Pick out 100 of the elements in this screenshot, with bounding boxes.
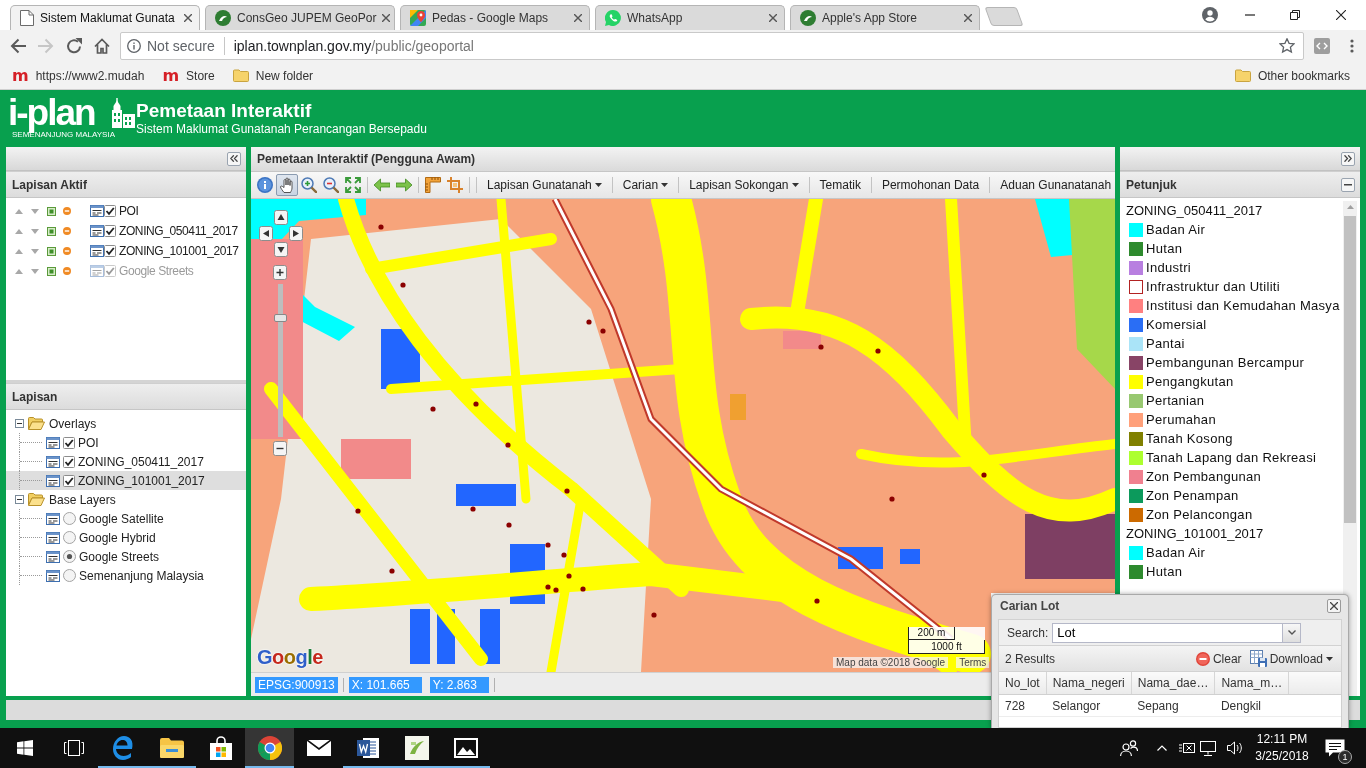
pan-up-icon[interactable] — [274, 210, 288, 225]
column-header[interactable]: Nama_dae… — [1131, 672, 1215, 695]
marker-icon[interactable] — [506, 522, 512, 528]
close-icon[interactable] — [184, 14, 192, 22]
layer-tree-item[interactable]: Semenanjung Malaysia — [6, 566, 246, 585]
checkbox[interactable] — [63, 436, 75, 449]
close-button[interactable] — [1327, 599, 1341, 613]
marker-icon[interactable] — [561, 552, 567, 558]
scrollbar-thumb[interactable] — [1344, 216, 1356, 523]
bookmark[interactable]: m Store — [156, 68, 221, 83]
pan-left-icon[interactable] — [259, 226, 273, 241]
chevron-up-icon[interactable] — [1157, 745, 1167, 751]
people-icon[interactable] — [1120, 740, 1138, 756]
clock-date[interactable]: 3/25/2018 — [1255, 748, 1309, 765]
bookmark[interactable]: New folder — [226, 68, 320, 83]
address-bar[interactable]: Not secure iplan.townplan.gov.my/public/geoportal — [120, 32, 1304, 60]
marker-icon[interactable] — [553, 587, 559, 593]
profile-icon[interactable] — [1202, 7, 1218, 23]
pan-right-icon[interactable] — [289, 226, 303, 241]
zoom-in-icon[interactable] — [273, 265, 287, 280]
marker-icon[interactable] — [818, 344, 824, 350]
back-arrow-icon[interactable] — [10, 38, 26, 54]
marker-icon[interactable] — [600, 328, 606, 334]
layer-list-icon[interactable] — [46, 474, 60, 487]
reload-icon[interactable] — [66, 38, 82, 54]
marker-icon[interactable] — [814, 598, 820, 604]
battery-icon[interactable] — [1178, 742, 1196, 754]
marker-icon[interactable] — [400, 282, 406, 288]
radio-button[interactable] — [63, 512, 76, 525]
marker-icon[interactable] — [981, 472, 987, 478]
layer-group[interactable]: Overlays — [6, 414, 246, 433]
column-header[interactable]: No_lot — [999, 672, 1047, 695]
menu-button[interactable]: Lapisan Sokongan — [682, 178, 806, 192]
marker-icon[interactable] — [378, 224, 384, 230]
browser-tab[interactable]: WhatsApp — [595, 5, 785, 30]
picture-icon[interactable] — [47, 246, 56, 256]
notification-icon[interactable] — [1325, 739, 1345, 757]
menu-button[interactable]: Lapisan Gunatanah — [480, 178, 609, 192]
layer-tree-item[interactable]: ZONING_050411_2017 — [6, 452, 246, 471]
marker-icon[interactable] — [430, 406, 436, 412]
search-combo[interactable]: Lot — [1052, 622, 1302, 643]
column-header[interactable]: Nama_m… — [1214, 672, 1289, 695]
info-icon[interactable] — [254, 174, 276, 196]
menu-icon[interactable] — [1350, 39, 1354, 53]
layer-list-icon[interactable] — [90, 225, 104, 237]
home-icon[interactable] — [94, 38, 110, 54]
layer-list-icon[interactable] — [90, 245, 104, 257]
star-icon[interactable] — [1279, 38, 1295, 54]
checkbox[interactable] — [104, 205, 116, 217]
marker-icon[interactable] — [651, 612, 657, 618]
layer-tree-item[interactable]: Google Satellite — [6, 509, 246, 528]
ruler-icon[interactable] — [422, 174, 444, 196]
radio-button[interactable] — [63, 531, 76, 544]
radio-button[interactable] — [63, 550, 76, 563]
layer-list-icon[interactable] — [46, 512, 60, 525]
menu-button[interactable]: Tematik — [812, 178, 868, 192]
checkbox[interactable] — [63, 455, 75, 468]
marker-icon[interactable] — [505, 442, 511, 448]
collapse-button[interactable] — [1341, 151, 1355, 166]
collapse-toggle-icon[interactable] — [15, 419, 24, 428]
marker-icon[interactable] — [580, 586, 586, 592]
speaker-icon[interactable] — [1227, 741, 1243, 755]
checkbox[interactable] — [104, 225, 116, 237]
column-header[interactable]: Nama_negeri — [1046, 672, 1132, 695]
crop-frame-icon[interactable] — [444, 174, 466, 196]
security-chip[interactable]: Not secure — [127, 38, 215, 54]
layer-tree-item[interactable]: Google Hybrid — [6, 528, 246, 547]
layer-tree-item[interactable]: Google Streets — [6, 547, 246, 566]
browser-tab[interactable]: Sistem Maklumat Gunata — [10, 5, 200, 30]
layer-list-icon[interactable] — [46, 569, 60, 582]
marker-icon[interactable] — [545, 584, 551, 590]
marker-icon[interactable] — [389, 568, 395, 574]
layer-list-icon[interactable] — [46, 455, 60, 468]
menu-button[interactable]: Aduan Gunanatanah — [993, 178, 1115, 192]
checkbox[interactable] — [63, 474, 75, 487]
collapse-button[interactable] — [227, 151, 241, 166]
marker-icon[interactable] — [470, 506, 476, 512]
layer-list-icon[interactable] — [90, 205, 104, 217]
scrollbar[interactable] — [1343, 201, 1357, 696]
layer-tree-item[interactable]: ZONING_101001_2017 — [6, 471, 246, 490]
checkbox[interactable] — [104, 245, 116, 257]
layer-list-icon[interactable] — [46, 550, 60, 563]
toolbar-button[interactable]: Download — [1247, 650, 1335, 667]
toolbar-button[interactable]: Clear — [1193, 651, 1244, 666]
picture-icon[interactable] — [47, 226, 56, 236]
browser-tab[interactable]: Apple's App Store — [790, 5, 980, 30]
bookmark[interactable]: Other bookmarks — [1228, 68, 1356, 83]
marker-icon[interactable] — [566, 573, 572, 579]
taskbar-button[interactable] — [245, 728, 294, 768]
marker-icon[interactable] — [473, 401, 479, 407]
code-brackets-icon[interactable] — [1314, 38, 1330, 54]
clock-time[interactable]: 12:11 PM — [1256, 731, 1308, 748]
monitor-icon[interactable] — [1200, 740, 1216, 756]
layer-group[interactable]: Base Layers — [6, 490, 246, 509]
menu-button[interactable]: Carian — [615, 178, 676, 192]
browser-tab[interactable]: Pedas - Google Maps — [400, 5, 590, 30]
layer-list-icon[interactable] — [46, 531, 60, 544]
marker-icon[interactable] — [564, 488, 570, 494]
layer-list-icon[interactable] — [46, 436, 60, 449]
restore-icon[interactable] — [1290, 10, 1300, 20]
